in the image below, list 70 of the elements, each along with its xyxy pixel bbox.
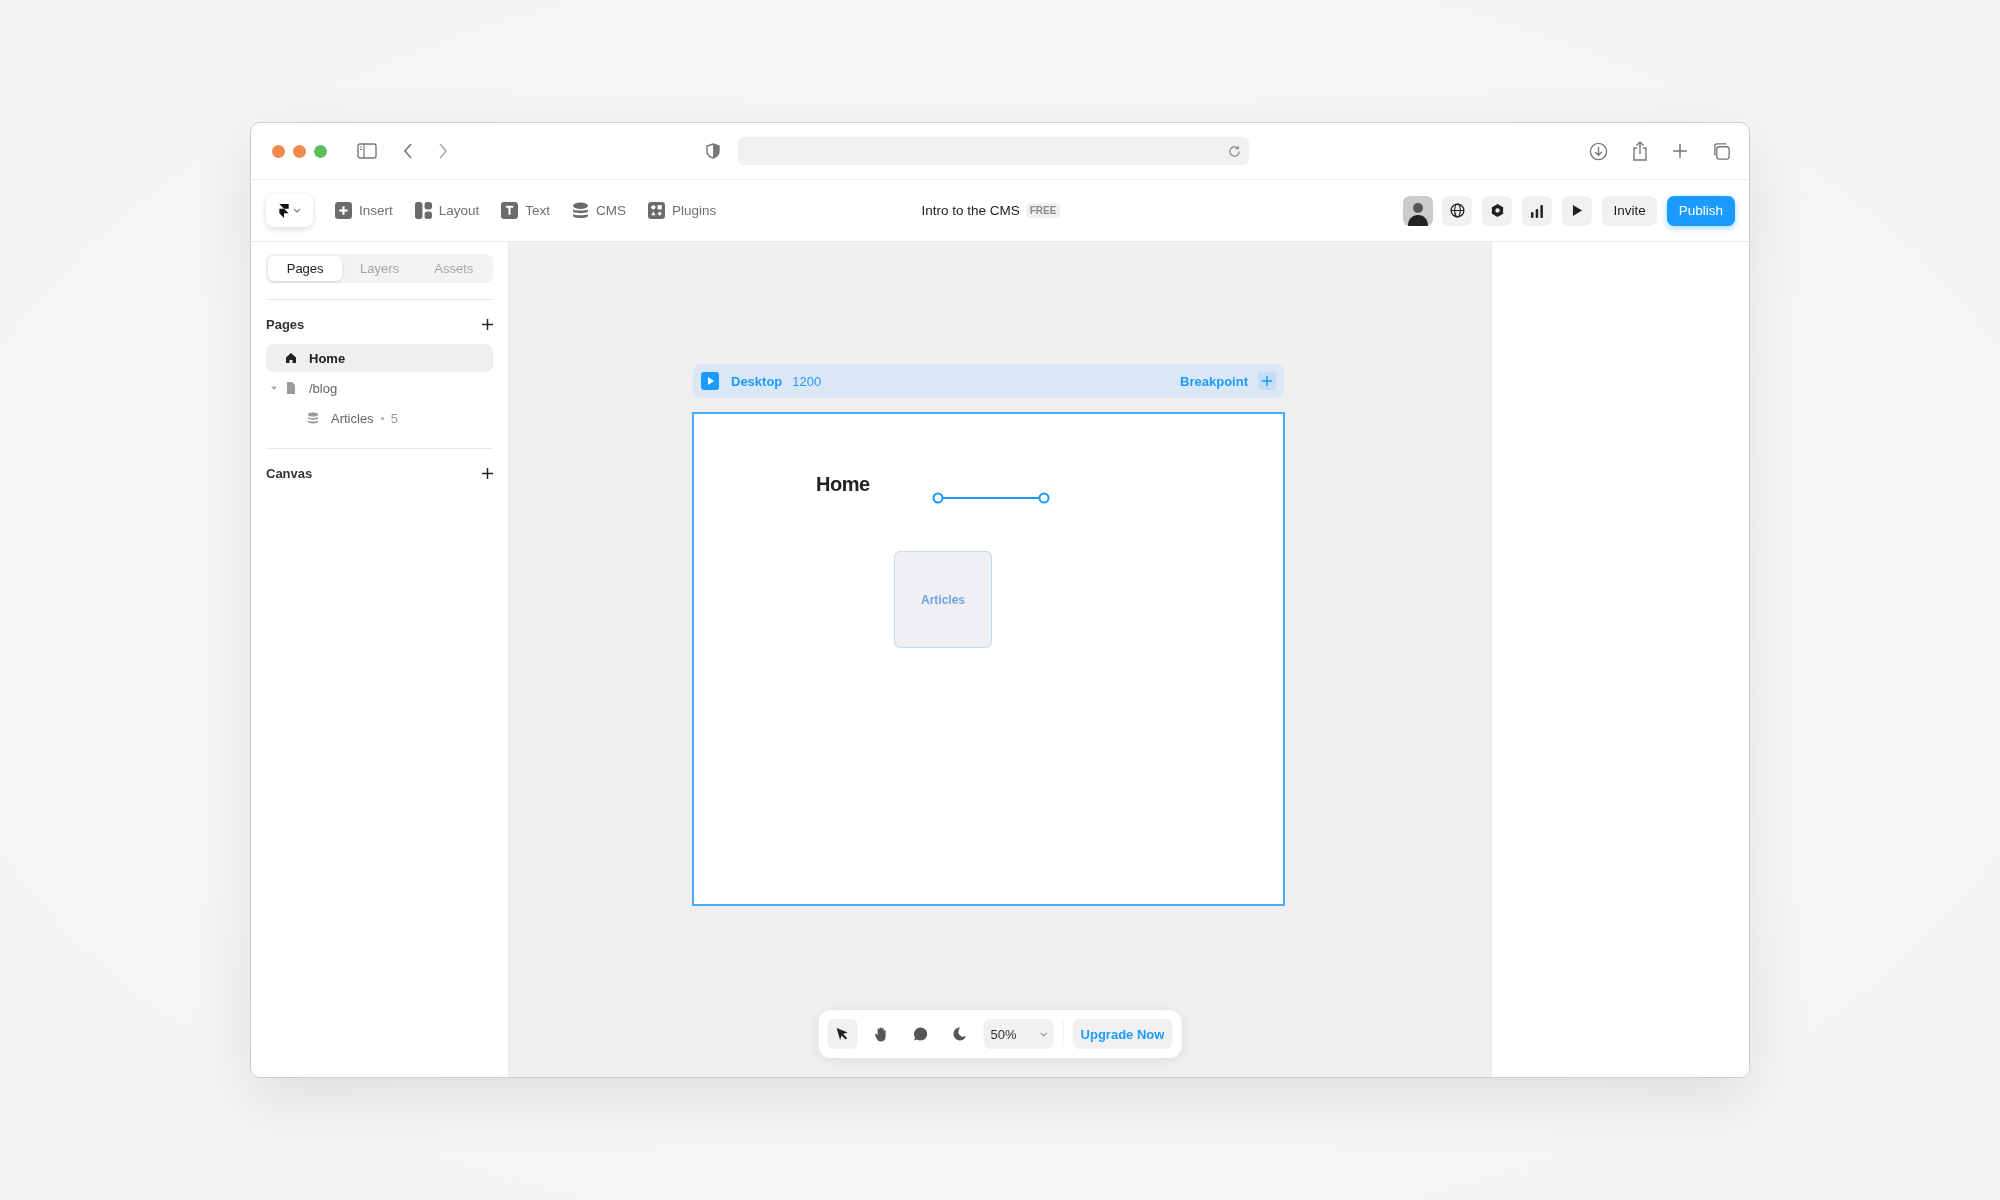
sidebar-icon[interactable] [357, 143, 377, 159]
maximize-window-button[interactable] [314, 144, 327, 158]
play-icon [1571, 204, 1583, 217]
plan-badge: FREE [1025, 203, 1061, 218]
hexagon-icon [1489, 203, 1505, 218]
caret-icon[interactable] [271, 385, 277, 391]
connector-line[interactable] [931, 491, 1051, 505]
tool-button[interactable] [827, 1019, 858, 1049]
breakpoint-width: 1200 [792, 373, 823, 389]
database-icon [572, 202, 590, 219]
avatar[interactable] [1403, 195, 1434, 226]
project-title: Intro to the CMS [921, 203, 1020, 218]
plus-icon[interactable] [1672, 143, 1688, 159]
add-icon[interactable] [482, 467, 493, 479]
logo-menu-button[interactable] [266, 194, 313, 227]
tabs-icon[interactable] [1712, 141, 1731, 161]
globe-button[interactable] [1442, 195, 1473, 226]
frame-heading[interactable]: Home [816, 473, 870, 496]
globe-icon [1449, 203, 1465, 218]
close-window-button[interactable] [272, 144, 285, 158]
page-label: Articles [331, 410, 374, 426]
download-icon[interactable] [1589, 141, 1608, 161]
chevron-icon [292, 208, 301, 213]
toolbar-menu-item[interactable]: Text [501, 202, 551, 219]
page-icon [285, 382, 297, 394]
text-icon [501, 202, 519, 219]
toolbar-menu-item[interactable]: Insert [335, 202, 393, 219]
zoom-dropdown[interactable]: 50% [983, 1019, 1054, 1049]
plus-icon [1262, 376, 1272, 386]
page-row[interactable]: Home [266, 344, 493, 372]
database-icon [307, 412, 319, 424]
settings-button[interactable] [1482, 195, 1513, 226]
preview-button[interactable] [1562, 195, 1593, 226]
canvas[interactable]: Desktop 1200 Breakpoint Home Articles 50% Upgrade Now [509, 242, 1491, 1077]
section-title: Canvas [266, 465, 313, 481]
invite-button[interactable]: Invite [1602, 195, 1657, 226]
moon-icon [951, 1026, 968, 1042]
shield-icon[interactable] [706, 143, 720, 159]
page-label: /blog [309, 380, 338, 396]
desktop-frame[interactable]: Home Articles [692, 412, 1285, 906]
minimize-window-button[interactable] [293, 144, 306, 158]
toolbar-menu-item[interactable]: Layout [414, 202, 480, 219]
page-label: Home [309, 350, 346, 366]
layout-icon [414, 202, 432, 219]
toolbar-menu-item[interactable]: CMS [572, 202, 627, 219]
chevron-icon [1039, 1031, 1048, 1037]
item-count: 5 [390, 410, 398, 426]
publish-button[interactable]: Publish [1666, 195, 1735, 226]
analytics-button[interactable] [1522, 195, 1553, 226]
reload-icon[interactable] [1228, 144, 1241, 158]
add-icon[interactable] [482, 318, 493, 330]
plus-icon [335, 202, 352, 219]
share-icon[interactable] [1632, 141, 1648, 161]
section-title: Pages [266, 316, 305, 332]
collection-label: Articles [921, 592, 965, 607]
speech-bubble-icon [912, 1026, 929, 1042]
play-icon[interactable] [701, 372, 719, 390]
forward-icon[interactable] [438, 143, 448, 159]
cursor-icon [834, 1026, 851, 1042]
page-row[interactable]: Articles 5 [288, 404, 493, 432]
back-icon[interactable] [403, 143, 413, 159]
shapes-icon [648, 202, 666, 219]
toolbar-menu-item[interactable]: Plugins [648, 202, 717, 219]
page-row[interactable]: /blog [266, 374, 493, 402]
breakpoint-name: Desktop [731, 373, 783, 389]
panel-tab[interactable]: Pages [268, 256, 343, 281]
logo-icon [278, 203, 289, 218]
bar-chart-icon [1530, 203, 1545, 218]
home-icon [285, 352, 297, 364]
breakpoint-label: Breakpoint [1180, 373, 1248, 389]
